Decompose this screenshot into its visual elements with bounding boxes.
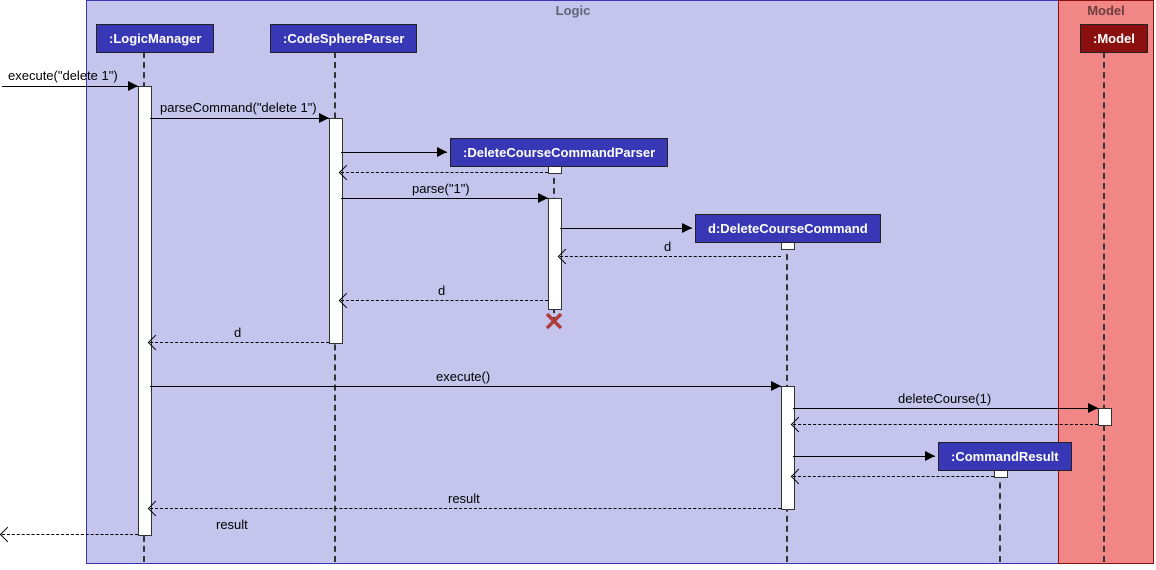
msg-d-return2 (341, 300, 548, 301)
deletecourseparser-head: :DeleteCourseCommandParser (450, 138, 668, 167)
msg-result2-label: result (216, 517, 248, 532)
arrow-icon (771, 381, 781, 391)
msg-execute-delete1-label: execute("delete 1") (8, 68, 118, 83)
arrow-icon (682, 223, 692, 233)
msg-deletecourse-return (793, 424, 1098, 425)
model-head: :Model (1080, 24, 1148, 53)
deletecourseparser-label: :DeleteCourseCommandParser (463, 145, 655, 160)
model-module: Model (1058, 0, 1154, 564)
msg-create-dccp (341, 152, 447, 153)
msg-create-cr (793, 456, 935, 457)
commandresult-head: :CommandResult (938, 442, 1072, 471)
msg-d-return2-label: d (438, 283, 445, 298)
msg-result2 (2, 534, 138, 535)
commandresult-label: :CommandResult (951, 449, 1059, 464)
sequence-diagram: Logic Model :LogicManager :CodeSpherePar… (0, 0, 1156, 570)
msg-d-return3-label: d (234, 325, 241, 340)
msg-result1-label: result (448, 491, 480, 506)
destroy-icon: ✕ (543, 307, 565, 338)
msg-d-return1-label: d (664, 239, 671, 254)
logicmanager-activation (138, 86, 152, 536)
arrow-icon (128, 81, 138, 91)
msg-d-return3 (150, 342, 329, 343)
arrow-icon (925, 451, 935, 461)
msg-parsecommand-label: parseCommand("delete 1") (160, 100, 317, 115)
model-module-label: Model (1087, 3, 1125, 18)
msg-parsecommand (150, 118, 329, 119)
msg-parse1 (341, 198, 548, 199)
deletecoursecmd-label: d:DeleteCourseCommand (708, 221, 868, 236)
deletecoursecmd-activation2 (781, 386, 795, 510)
model-lifeline (1103, 52, 1105, 562)
logic-manager-head: :LogicManager (96, 24, 214, 53)
msg-parse1-label: parse("1") (412, 181, 470, 196)
logic-module: Logic (86, 0, 1060, 564)
logic-module-label: Logic (556, 3, 591, 18)
arrow-icon (0, 527, 15, 543)
arrow-icon (319, 113, 329, 123)
commandresult-lifeline (999, 472, 1001, 562)
msg-deletecourse (793, 408, 1098, 409)
msg-create-dcc (560, 228, 692, 229)
codesphereparser-label: :CodeSphereParser (283, 31, 404, 46)
model-label: :Model (1093, 31, 1135, 46)
msg-d-return1 (560, 256, 781, 257)
msg-execute (150, 386, 781, 387)
deletecoursecmd-head: d:DeleteCourseCommand (695, 214, 881, 243)
arrow-icon (437, 147, 447, 157)
codesphereparser-head: :CodeSphereParser (270, 24, 417, 53)
msg-cr-return (793, 476, 994, 477)
msg-result1 (150, 508, 781, 509)
msg-create-dccp-return (341, 172, 548, 173)
msg-deletecourse-label: deleteCourse(1) (898, 391, 991, 406)
arrow-icon (1088, 403, 1098, 413)
msg-execute-delete1 (2, 86, 138, 87)
model-activation (1098, 408, 1112, 426)
arrow-icon (538, 193, 548, 203)
logic-manager-label: :LogicManager (109, 31, 201, 46)
msg-execute-label: execute() (436, 369, 490, 384)
